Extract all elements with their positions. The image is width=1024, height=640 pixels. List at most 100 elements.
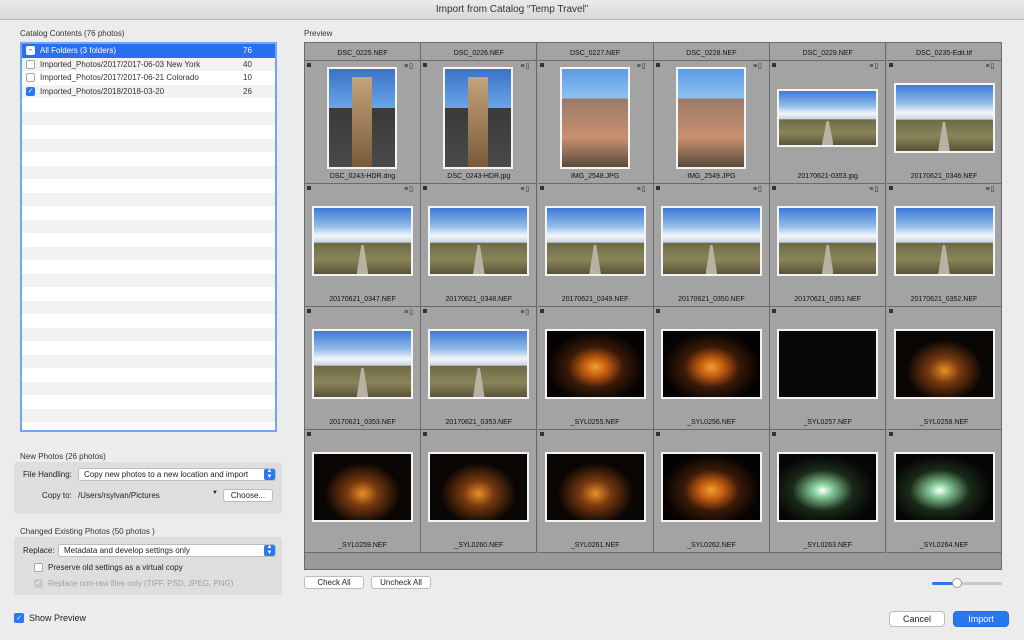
folder-row[interactable]: Imported_Photos/2017/2017-06-03 New York…: [22, 57, 275, 71]
folder-row[interactable]: – All Folders (3 folders) 76: [22, 44, 275, 58]
photo-cell[interactable]: DSC_0229.NEF: [770, 43, 887, 61]
folder-name: All Folders (3 folders): [40, 46, 117, 56]
photo-checkbox[interactable]: [888, 186, 893, 190]
folder-row-empty: [22, 125, 275, 139]
photo-cell[interactable]: _SYL0256.NEF: [653, 307, 770, 430]
replace-popup[interactable]: Metadata and develop settings only ▲ ▼: [58, 544, 276, 557]
window-title-bar: Import from Catalog “Temp Travel”: [0, 0, 1024, 20]
photo-thumbnail: [777, 329, 879, 399]
photo-cell[interactable]: ≡▯ IMG_2548.JPG: [537, 61, 654, 184]
folder-row[interactable]: Imported_Photos/2017/2017-06-21 Colorado…: [22, 71, 275, 85]
photo-cell[interactable]: ≡▯ 20170621_0350.NEF: [653, 184, 770, 307]
photo-cell[interactable]: DSC_0225.NEF: [305, 43, 421, 61]
photo-cell[interactable]: ≡▯ 20170621_0346.NEF: [886, 61, 1001, 184]
photo-cell[interactable]: _SYL0264.NEF: [886, 430, 1001, 553]
photo-checkbox[interactable]: [423, 63, 428, 67]
photo-filename: _SYL0257.NEF: [803, 419, 853, 426]
photo-cell[interactable]: DSC_0226.NEF: [421, 43, 538, 61]
folder-row-empty: [22, 300, 275, 314]
photo-checkbox[interactable]: [423, 432, 428, 436]
folder-checkbox[interactable]: ✓: [26, 86, 35, 96]
folder-row-empty: [22, 111, 275, 125]
photo-cell[interactable]: ≡▯ 20170621_0347.NEF: [305, 184, 421, 307]
metadata-badge-icon: ≡▯: [869, 186, 880, 193]
photo-cell[interactable]: DSC_0227.NEF: [537, 43, 654, 61]
photo-cell[interactable]: _SYL0261.NEF: [537, 430, 654, 553]
show-preview-option[interactable]: ✓ Show Preview: [14, 613, 86, 623]
photo-cell[interactable]: _SYL0263.NEF: [770, 430, 887, 553]
photo-checkbox[interactable]: [307, 309, 311, 313]
slider-knob[interactable]: [951, 578, 962, 588]
photo-filename: 20170621_0347.NEF: [329, 296, 396, 303]
photo-checkbox[interactable]: [772, 186, 777, 190]
copy-to-path[interactable]: /Users/rsylvan/Pictures: [78, 491, 160, 500]
copy-to-dropdown-icon[interactable]: ▼: [212, 490, 218, 496]
preserve-virtual-copy-label: Preserve old settings as a virtual copy: [48, 563, 183, 572]
preview-grid[interactable]: DSC_0225.NEF DSC_0226.NEF DSC_0227.NEF DSC_…: [304, 42, 1002, 570]
photo-checkbox[interactable]: [655, 309, 660, 313]
preserve-virtual-copy-checkbox[interactable]: [34, 563, 43, 572]
photo-filename: DSC_0225.NEF: [337, 50, 388, 57]
photo-checkbox[interactable]: [888, 63, 893, 67]
preview-title: Preview: [304, 29, 333, 38]
folder-checkbox[interactable]: [26, 59, 35, 69]
check-all-button[interactable]: Check All: [304, 576, 364, 589]
changed-photos-title: Changed Existing Photos (50 photos ): [20, 527, 155, 536]
folder-row-empty: [22, 314, 275, 328]
photo-cell[interactable]: ≡▯ 20170621-0353.jpg: [770, 61, 887, 184]
metadata-badge-icon: ≡▯: [404, 63, 414, 70]
photo-checkbox[interactable]: [307, 432, 311, 436]
photo-cell[interactable]: ≡▯ DSC_0243-HDR.jpg: [421, 61, 538, 184]
preserve-virtual-copy-option[interactable]: Preserve old settings as a virtual copy: [34, 563, 183, 572]
photo-checkbox[interactable]: [888, 309, 893, 313]
photo-cell[interactable]: _SYL0262.NEF: [653, 430, 770, 553]
photo-checkbox[interactable]: [772, 309, 777, 313]
photo-cell[interactable]: _SYL0259.NEF: [305, 430, 421, 553]
photo-cell[interactable]: ≡▯ 20170621_0349.NEF: [537, 184, 654, 307]
photo-cell[interactable]: ≡▯ 20170621_0353.NEF: [421, 307, 538, 430]
choose-button[interactable]: Choose...: [223, 489, 273, 502]
photo-checkbox[interactable]: [539, 63, 544, 67]
photo-checkbox[interactable]: [423, 186, 428, 190]
import-button[interactable]: Import: [953, 611, 1009, 627]
photo-cell[interactable]: ≡▯ 20170621_0353.NEF: [305, 307, 421, 430]
photo-checkbox[interactable]: [539, 309, 544, 313]
photo-filename: 20170621_0353.NEF: [329, 419, 396, 426]
folder-row-empty: [22, 246, 275, 260]
photo-checkbox[interactable]: [655, 63, 660, 67]
folder-row[interactable]: ✓ Imported_Photos/2018/2018-03-20 26: [22, 84, 275, 98]
photo-filename: DSC_0227.NEF: [569, 50, 621, 57]
photo-checkbox[interactable]: [772, 432, 777, 436]
photo-cell[interactable]: _SYL0255.NEF: [537, 307, 654, 430]
changed-photos-panel: Replace: Metadata and develop settings o…: [14, 537, 282, 595]
photo-checkbox[interactable]: [655, 186, 660, 190]
thumbnail-size-slider[interactable]: [932, 578, 1002, 588]
photo-cell[interactable]: ≡▯ DSC_0243-HDR.dng: [305, 61, 421, 184]
photo-cell[interactable]: _SYL0258.NEF: [886, 307, 1001, 430]
photo-checkbox[interactable]: [655, 432, 660, 436]
photo-cell[interactable]: DSC_0235-Edit.tif: [886, 43, 1001, 61]
photo-checkbox[interactable]: [539, 186, 544, 190]
photo-checkbox[interactable]: [539, 432, 544, 436]
photo-checkbox[interactable]: [307, 186, 311, 190]
folder-checkbox[interactable]: –: [26, 46, 35, 56]
folder-row-empty: [22, 138, 275, 152]
photo-cell[interactable]: ≡▯ IMG_2549.JPG: [653, 61, 770, 184]
folder-checkbox[interactable]: [26, 73, 35, 83]
show-preview-checkbox[interactable]: ✓: [14, 613, 24, 623]
folder-list[interactable]: – All Folders (3 folders) 76 Imported_Photo…: [20, 42, 277, 432]
photo-checkbox[interactable]: [888, 432, 893, 436]
cancel-button[interactable]: Cancel: [889, 611, 945, 627]
photo-cell[interactable]: _SYL0257.NEF: [770, 307, 887, 430]
photo-cell[interactable]: ≡▯ 20170621_0351.NEF: [770, 184, 887, 307]
file-handling-popup[interactable]: Copy new photos to a new location and im…: [78, 468, 276, 481]
uncheck-all-button[interactable]: Uncheck All: [371, 576, 431, 589]
photo-cell[interactable]: ≡▯ 20170621_0348.NEF: [421, 184, 538, 307]
photo-cell[interactable]: ≡▯ 20170621_0352.NEF: [886, 184, 1001, 307]
folder-name: Imported_Photos/2018/2018-03-20: [40, 86, 165, 96]
photo-checkbox[interactable]: [423, 309, 428, 313]
photo-checkbox[interactable]: [772, 63, 777, 67]
photo-cell[interactable]: _SYL0260.NEF: [421, 430, 538, 553]
photo-cell[interactable]: DSC_0228.NEF: [653, 43, 770, 61]
photo-checkbox[interactable]: [307, 63, 311, 67]
